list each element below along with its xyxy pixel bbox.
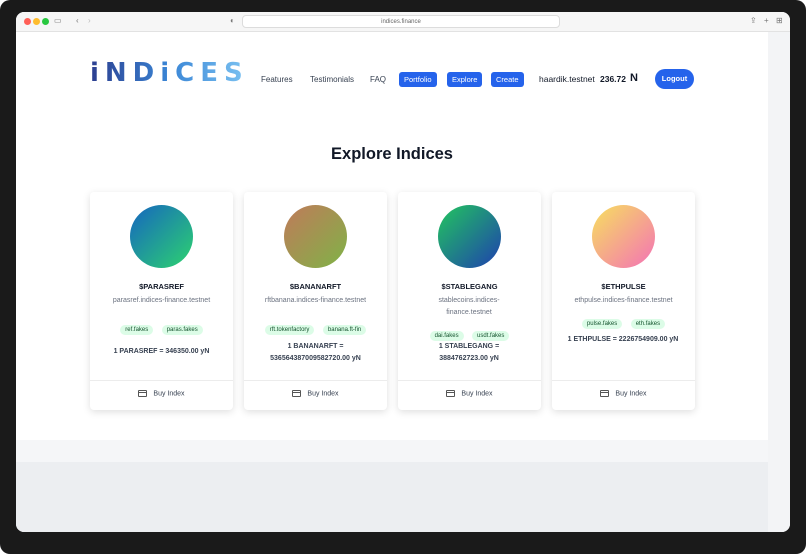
account-name: haardik.testnet xyxy=(539,74,595,84)
sidebar-icon[interactable]: ▭ xyxy=(54,16,62,26)
privacy-shield-icon[interactable]: ◐ xyxy=(230,16,235,26)
portfolio-button[interactable]: Portfolio xyxy=(399,72,437,87)
scrollbar[interactable] xyxy=(768,32,790,532)
logout-button[interactable]: Logout xyxy=(655,69,694,89)
credit-card-icon xyxy=(138,390,148,397)
buy-index-label: Buy Index xyxy=(307,390,339,398)
footer-strip xyxy=(16,440,768,462)
page-bottom xyxy=(16,462,768,532)
tab-overview-icon[interactable]: ⊞ xyxy=(776,16,783,26)
index-card: $PARASREF parasref.indices-finance.testn… xyxy=(90,192,233,410)
credit-card-icon xyxy=(292,390,302,397)
credit-card-icon xyxy=(600,390,610,397)
index-symbol: $STABLEGANG xyxy=(441,282,498,291)
near-logo-icon: N xyxy=(630,72,638,84)
index-symbol: $BANANARFT xyxy=(289,282,342,291)
buy-index-button[interactable]: Buy Index xyxy=(552,380,695,410)
page-title: Explore Indices xyxy=(331,145,453,163)
maximize-window-button[interactable] xyxy=(42,18,49,25)
index-card: $ETHPULSE ethpulse.indices-finance.testn… xyxy=(552,192,695,410)
token-tags: pulse.fakes eth.fakes xyxy=(552,312,695,330)
index-address: ethpulse.indices-finance.testnet xyxy=(574,297,673,304)
token-tag: pulse.fakes xyxy=(581,319,623,329)
nav-testimonials[interactable]: Testimonials xyxy=(310,75,354,84)
token-tag: usdt.fakes xyxy=(472,331,510,341)
device-frame: ▭ ‹ › ◐ indices.finance ⇪ + ⊞ iNDiCES Fe… xyxy=(0,0,806,554)
index-card: $BANANARFT rftbanana.indices-finance.tes… xyxy=(244,192,387,410)
index-address: stablecoins.indices-finance.testnet xyxy=(438,297,500,316)
minimize-window-button[interactable] xyxy=(33,18,40,25)
buy-index-label: Buy Index xyxy=(461,390,493,398)
index-price: 1 PARASREF = 346350.00 yN xyxy=(113,348,210,355)
back-icon[interactable]: ‹ xyxy=(76,16,79,26)
buy-index-button[interactable]: Buy Index xyxy=(398,380,541,410)
account-balance: 236.72 xyxy=(600,74,626,84)
credit-card-icon xyxy=(446,390,456,397)
index-avatar xyxy=(438,205,501,268)
index-price: 1 ETHPULSE = 2226754909.00 yN xyxy=(567,336,679,343)
token-tag: paras.fakes xyxy=(161,325,203,335)
index-address: rftbanana.indices-finance.testnet xyxy=(264,297,367,304)
create-button[interactable]: Create xyxy=(491,72,524,87)
buy-index-button[interactable]: Buy Index xyxy=(244,380,387,410)
index-price: 1 BANANARFT = 536564387009582720.00 yN xyxy=(270,343,361,362)
token-tag: eth.fakes xyxy=(630,319,666,329)
index-symbol: $ETHPULSE xyxy=(601,282,646,291)
explore-button[interactable]: Explore xyxy=(447,72,483,87)
index-avatar xyxy=(592,205,655,268)
forward-icon[interactable]: › xyxy=(88,16,91,26)
index-avatar xyxy=(284,205,347,268)
site-logo[interactable]: iNDiCES xyxy=(90,58,249,88)
index-symbol: $PARASREF xyxy=(139,282,184,291)
browser-window: ▭ ‹ › ◐ indices.finance ⇪ + ⊞ iNDiCES Fe… xyxy=(16,12,790,532)
nav-features[interactable]: Features xyxy=(261,75,293,84)
token-tag: dai.fakes xyxy=(429,331,464,341)
buy-index-label: Buy Index xyxy=(615,390,647,398)
browser-toolbar: ▭ ‹ › ◐ indices.finance ⇪ + ⊞ xyxy=(16,12,790,32)
address-bar[interactable]: indices.finance xyxy=(242,15,560,28)
index-price: 1 STABLEGANG = 3884762723.00 yN xyxy=(438,343,500,362)
token-tag: ref.fakes xyxy=(120,325,154,335)
token-tags: ref.fakes paras.fakes xyxy=(90,318,233,336)
buy-index-label: Buy Index xyxy=(153,390,185,398)
close-window-button[interactable] xyxy=(24,18,31,25)
page-content: iNDiCES Features Testimonials FAQ Portfo… xyxy=(16,32,768,440)
buy-index-button[interactable]: Buy Index xyxy=(90,380,233,410)
index-card: $STABLEGANG stablecoins.indices-finance.… xyxy=(398,192,541,410)
token-tag: banana.ft-fin xyxy=(322,325,367,335)
share-icon[interactable]: ⇪ xyxy=(750,16,757,26)
nav-faq[interactable]: FAQ xyxy=(370,75,386,84)
index-avatar xyxy=(130,205,193,268)
token-tag: rft.tokenfactory xyxy=(264,325,315,335)
index-address: parasref.indices-finance.testnet xyxy=(112,297,211,304)
new-tab-icon[interactable]: + xyxy=(764,16,769,26)
token-tags: dai.fakes usdt.fakes xyxy=(398,324,541,342)
token-tags: rft.tokenfactory banana.ft-fin xyxy=(244,318,387,336)
